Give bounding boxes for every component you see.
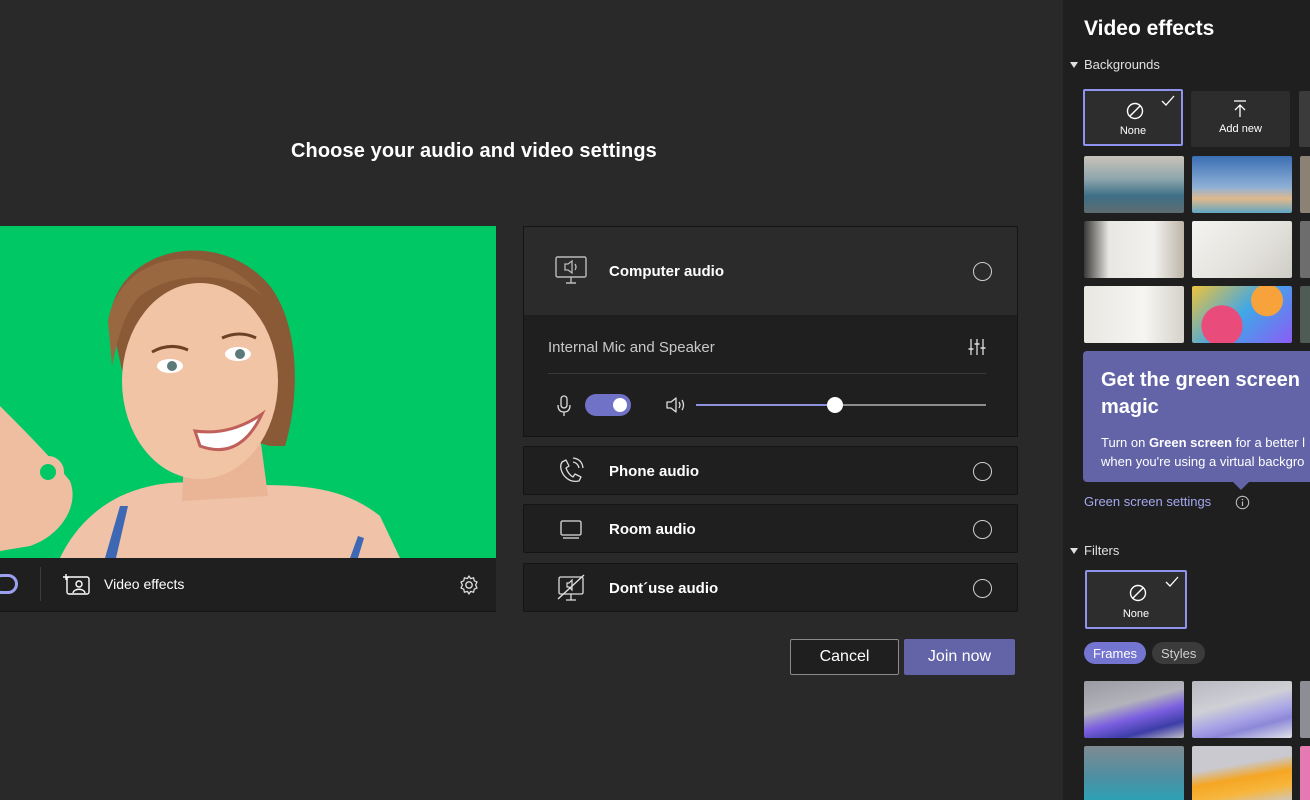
callout-bold-text: Green screen (1148, 435, 1233, 450)
volume-fill (696, 404, 836, 406)
tab-styles[interactable]: Styles (1152, 642, 1206, 664)
background-abstract-thumbnail[interactable] (1192, 286, 1292, 343)
room-audio-icon (560, 520, 582, 539)
callout-text: Turn on (1101, 435, 1149, 450)
settings-divider (548, 373, 986, 374)
frame-tile[interactable] (1300, 681, 1310, 738)
backgrounds-label: Backgrounds (1084, 57, 1160, 72)
frame-teal-wave-thumbnail[interactable] (1084, 746, 1184, 800)
panel-title: Video effects (1084, 17, 1215, 40)
computer-audio-settings: Internal Mic and Speaker (523, 315, 1018, 437)
video-effects-panel: Video effects Backgrounds None Add new G… (1063, 0, 1310, 800)
volume-thumb[interactable] (827, 397, 844, 413)
background-tile[interactable] (1300, 156, 1310, 213)
background-beach-thumbnail[interactable] (1192, 156, 1292, 213)
filters-section-header[interactable]: Filters (1070, 543, 1119, 558)
background-studio-thumbnail[interactable] (1084, 286, 1184, 343)
video-effects-button[interactable]: Video effects (104, 576, 184, 592)
frame-purple-wave-thumbnail[interactable] (1084, 681, 1184, 738)
gear-icon[interactable] (458, 574, 480, 596)
frame-orange-wave-thumbnail[interactable] (1192, 746, 1292, 800)
room-audio-label: Room audio (609, 521, 696, 538)
no-audio-icon (557, 574, 585, 601)
green-screen-callout: Get the green screen magic Turn on Green… (1083, 351, 1310, 490)
background-none-tile[interactable]: None (1083, 89, 1183, 146)
phone-audio-label: Phone audio (609, 463, 699, 480)
room-audio-radio[interactable] (973, 520, 992, 539)
dont-use-audio-radio[interactable] (973, 579, 992, 598)
toolbar-divider (40, 567, 41, 601)
add-new-label: Add new (1219, 123, 1262, 135)
callout-title: Get the green screen magic (1101, 369, 1300, 418)
page-heading: Choose your audio and video settings (291, 140, 657, 162)
person-image (0, 250, 400, 558)
background-tile[interactable] (1299, 91, 1310, 147)
none-icon (1129, 584, 1147, 602)
backgrounds-section-header[interactable]: Backgrounds (1070, 57, 1160, 72)
microphone-icon (557, 395, 571, 416)
callout-text: when you're using a virtual backgro (1101, 454, 1305, 469)
callout-text: for a better l (1232, 435, 1306, 450)
phone-audio-radio[interactable] (973, 462, 992, 481)
add-new-background-tile[interactable]: Add new (1191, 91, 1290, 147)
computer-audio-icon (555, 256, 587, 284)
speaker-icon (666, 397, 685, 413)
background-tile[interactable] (1300, 286, 1310, 343)
device-settings-icon[interactable] (967, 337, 987, 357)
filter-none-tile[interactable]: None (1085, 570, 1187, 629)
computer-audio-label: Computer audio (609, 263, 724, 280)
room-audio-option[interactable]: Room audio (523, 504, 1018, 553)
dont-use-audio-label: Dont´use audio (609, 580, 719, 597)
upload-icon (1234, 100, 1246, 117)
video-preview (0, 226, 496, 558)
video-effects-icon[interactable] (62, 573, 90, 595)
info-icon[interactable] (1235, 495, 1250, 510)
phone-icon (560, 457, 584, 482)
join-now-button[interactable]: Join now (904, 639, 1015, 675)
checkmark-icon (1165, 576, 1179, 587)
background-tile[interactable] (1300, 221, 1310, 278)
filters-label: Filters (1084, 543, 1120, 558)
computer-audio-option[interactable]: Computer audio (523, 226, 1018, 315)
audio-device-name: Internal Mic and Speaker (548, 339, 715, 356)
background-room-thumbnail[interactable] (1084, 221, 1184, 278)
green-screen-settings-link[interactable]: Green screen settings (1084, 494, 1211, 509)
tab-frames[interactable]: Frames (1084, 642, 1147, 664)
volume-slider[interactable] (696, 397, 986, 413)
preview-toolbar: Video effects (0, 558, 496, 612)
collapse-triangle-icon (1070, 61, 1078, 68)
dont-use-audio-option[interactable]: Dont´use audio (523, 563, 1018, 612)
filter-none-label: None (1122, 608, 1150, 620)
frame-lavender-wave-thumbnail[interactable] (1192, 681, 1292, 738)
cancel-button[interactable]: Cancel (790, 639, 899, 675)
microphone-toggle[interactable] (585, 394, 631, 416)
none-label: None (1119, 125, 1147, 137)
checkmark-icon (1161, 95, 1175, 106)
none-icon (1126, 102, 1144, 120)
camera-toggle[interactable] (0, 574, 18, 594)
background-white-room-thumbnail[interactable] (1192, 221, 1292, 278)
toggle-knob (613, 398, 627, 412)
computer-audio-radio[interactable] (973, 262, 992, 281)
phone-audio-option[interactable]: Phone audio (523, 446, 1018, 495)
callout-body: Turn on Green screen for a better l when… (1101, 433, 1310, 471)
collapse-triangle-icon (1070, 547, 1078, 554)
background-office-thumbnail[interactable] (1084, 156, 1184, 213)
frame-tile[interactable] (1300, 746, 1310, 800)
